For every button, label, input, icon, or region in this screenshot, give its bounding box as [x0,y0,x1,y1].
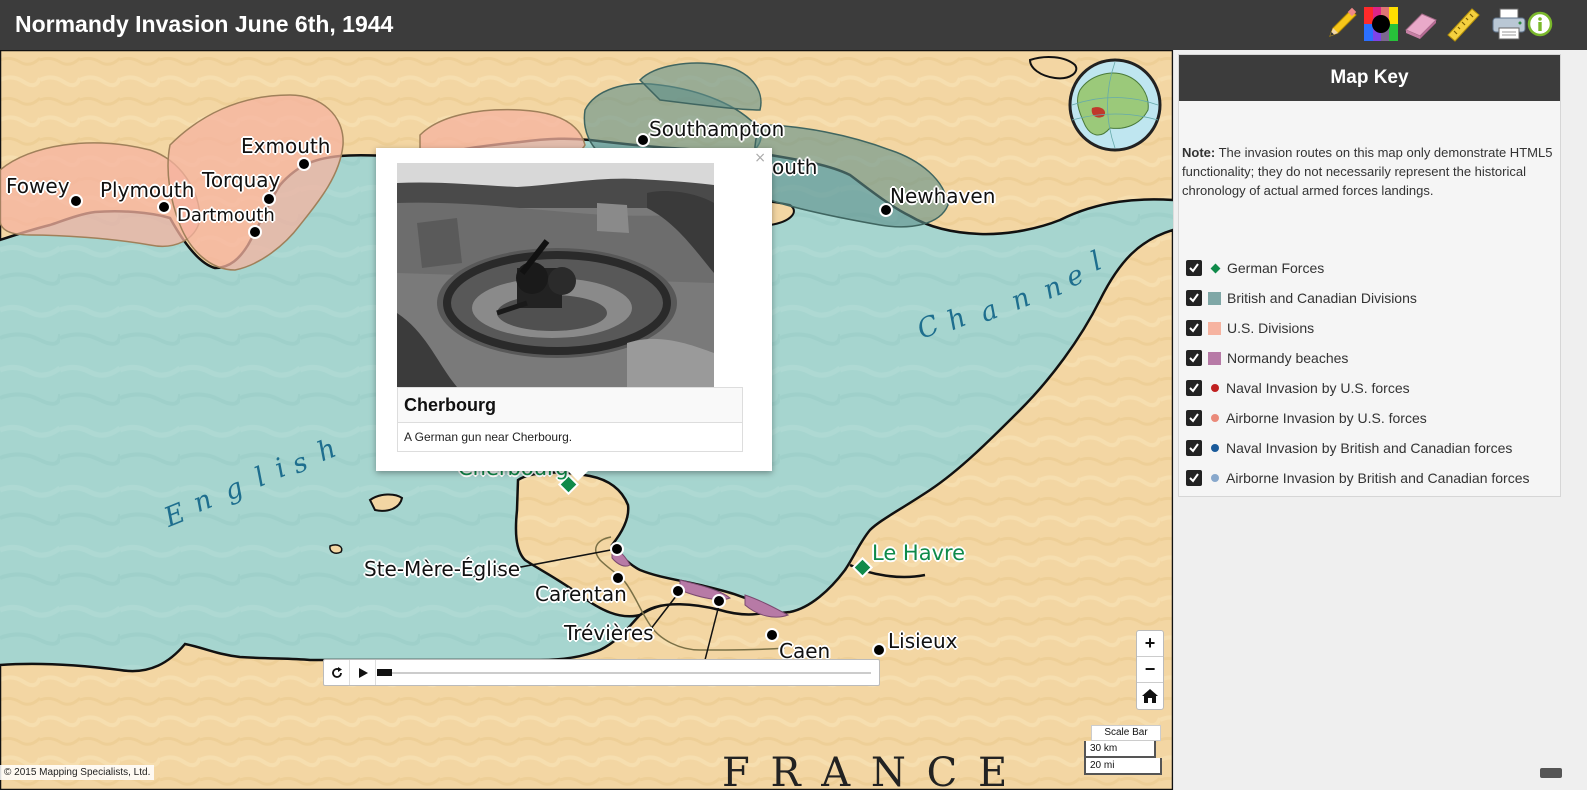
square-swatch-icon [1208,321,1221,335]
info-popup: × Cherbourg A German gun near Cherbourg. [376,148,772,481]
map-key-item-label: U.S. Divisions [1227,320,1315,336]
popup-description: A German gun near Cherbourg. [397,423,743,452]
map-viewport[interactable]: Fowey Plymouth Exmouth Torquay Dartmouth… [0,50,1173,790]
map-key-item[interactable]: British and Canadian Divisions [1186,288,1417,308]
replay-button[interactable] [324,660,350,685]
zoom-out-button[interactable]: − [1137,657,1163,683]
app-title: Normandy Invasion June 6th, 1944 [15,11,394,37]
scale-bar-label: Scale Bar [1091,725,1161,741]
map-key-item[interactable]: U.S. Divisions [1186,318,1314,338]
checkbox[interactable] [1186,470,1202,486]
map-key-item-label: Normandy beaches [1227,350,1349,366]
map-key-item-label: British and Canadian Divisions [1227,290,1417,306]
zoom-control: + − [1136,630,1164,710]
map-key-item[interactable]: Airborne Invasion by U.S. forces [1186,408,1427,428]
zoom-in-button[interactable]: + [1137,631,1163,657]
checkbox[interactable] [1186,260,1202,276]
header-bar: Normandy Invasion June 6th, 1944 [0,0,1587,50]
ruler-icon[interactable] [1444,5,1482,43]
city-dot-exmouth [297,157,311,171]
color-wheel-icon[interactable] [1362,5,1400,43]
city-label-fowey: Fowey [6,174,70,198]
city-dot-lisieux [872,643,886,657]
checkbox[interactable] [1186,380,1202,396]
scale-km: 30 km [1084,741,1156,758]
city-dot-fowey [69,194,83,208]
city-label-torquay: Torquay [202,168,281,192]
home-button[interactable] [1137,683,1163,709]
country-label-france: F R A N C E [722,750,1012,790]
city-label-dartmouth: Dartmouth [177,205,275,226]
play-button[interactable] [350,660,376,685]
city-label-southampton: Southampton [649,117,785,141]
city-dot-trevieres [671,584,685,598]
city-label-ste-mere-eglise: Ste-Mère-Église [364,557,521,581]
dot-icon [1211,414,1219,422]
note-label: Note: [1182,145,1216,160]
timeline-track[interactable] [377,672,871,674]
scroll-handle[interactable] [1540,768,1562,778]
popup-photo [397,163,714,387]
city-dot-bayeux [712,594,726,608]
square-swatch-icon [1208,351,1221,365]
pencil-icon[interactable] [1323,5,1361,43]
city-label-lisieux: Lisieux [888,629,958,653]
city-label-portsmouth: outh [772,155,818,179]
app-root: Normandy Invasion June 6th, 1944 Fowey P… [0,0,1587,790]
city-label-newhaven: Newhaven [890,184,996,208]
map-key-item[interactable]: Airborne Invasion by British and Canadia… [1186,468,1530,488]
replay-icon [331,666,342,678]
scale-mi: 20 mi [1084,758,1162,775]
play-icon [358,667,368,678]
map-key-item[interactable]: Normandy beaches [1186,348,1348,368]
note-text: The invasion routes on this map only dem… [1182,145,1553,198]
map-key-title: Map Key [1179,55,1560,101]
popup-close-button[interactable]: × [754,150,766,166]
copyright-notice: © 2015 Mapping Specialists, Ltd. [0,765,155,780]
map-key-item-label: Airborne Invasion by British and Canadia… [1226,470,1530,486]
checkbox[interactable] [1186,350,1202,366]
city-dot-dartmouth [248,225,262,239]
dot-icon [1211,444,1219,452]
printer-icon[interactable] [1490,5,1528,43]
map-key-item-label: Naval Invasion by U.S. forces [1226,380,1410,396]
map-key-item-label: German Forces [1227,260,1325,276]
dot-icon [1211,384,1219,392]
city-label-exmouth: Exmouth [241,134,331,158]
home-icon [1142,689,1158,703]
map-key-item[interactable]: German Forces [1186,258,1324,278]
city-dot-plymouth [157,200,171,214]
diamond-icon [1210,263,1221,273]
map-key-item[interactable]: Naval Invasion by British and Canadian f… [1186,438,1512,458]
info-icon[interactable] [1527,5,1553,43]
checkbox[interactable] [1186,440,1202,456]
map-key-item-label: Airborne Invasion by U.S. forces [1226,410,1427,426]
city-dot-torquay [262,192,276,206]
checkbox[interactable] [1186,290,1202,306]
city-dot-ste-mere-eglise [610,542,624,556]
checkbox[interactable] [1186,320,1202,336]
popup-title: Cherbourg [397,387,743,423]
city-dot-southampton [636,133,650,147]
city-label-carentan: Carentan [535,582,627,606]
city-label-le-havre: Le Havre [872,541,966,565]
timeline-progress[interactable] [377,669,392,676]
dot-icon [1211,474,1219,482]
timeline-control [323,659,880,686]
map-key-item[interactable]: Naval Invasion by U.S. forces [1186,378,1410,398]
map-key-item-label: Naval Invasion by British and Canadian f… [1226,440,1513,456]
sidebar: Map Key Note: The invasion routes on thi… [1173,50,1587,790]
square-swatch-icon [1208,291,1221,305]
city-dot-caen [765,628,779,642]
eraser-icon[interactable] [1402,5,1440,43]
popup-pointer [566,469,590,481]
city-label-plymouth: Plymouth [100,178,195,202]
map-key-note: Note: The invasion routes on this map on… [1182,143,1557,200]
map-key-panel: Map Key Note: The invasion routes on thi… [1178,54,1561,497]
globe-inset [1068,58,1162,152]
checkbox[interactable] [1186,410,1202,426]
city-label-trevieres: Trévières [564,621,654,645]
